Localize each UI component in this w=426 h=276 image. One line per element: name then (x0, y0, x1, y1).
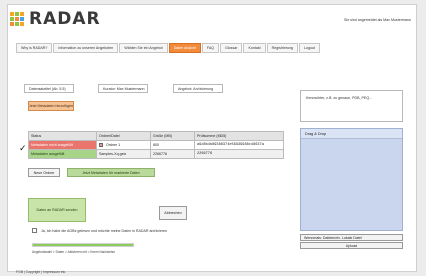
nav-item[interactable]: Glossar (220, 43, 243, 53)
checksum-cell: 2266776 (194, 149, 284, 159)
files-table: Status Ordner/Datei Größe (MB) Prüfsumme… (28, 131, 284, 159)
brand-logo[interactable]: RADAR (10, 9, 101, 29)
drag-drop-zone[interactable]: Drag & Drop (300, 128, 403, 231)
keywords-input[interactable]: Kennwörter, z.B. zu genaue, PDB, PEQ... (300, 90, 403, 122)
creator-field[interactable]: Kurator: Max Mustermann (98, 84, 148, 93)
brand-name: RADAR (29, 9, 101, 29)
main-nav: Why is RADAR? Information zu unseren Ange… (16, 43, 321, 53)
status-badge: Metadaten ausgefüllt (28, 149, 97, 159)
title-field[interactable]: Datensatztitel (Ab. 5.5) (24, 84, 74, 93)
nav-item[interactable]: Wählen Sie ein Angebot (119, 43, 168, 53)
submit-to-radar-button[interactable]: Daten an RADAR senden (28, 198, 86, 222)
table-header-row: Status Ordner/Datei Größe (MB) Prüfsumme… (28, 131, 284, 141)
logo-tile (10, 17, 14, 21)
nav-item[interactable]: Registrierung (266, 43, 299, 53)
logo-tile (15, 22, 19, 26)
footer: FGB | Copyright | Impressum etc. (16, 270, 67, 274)
logo-mark-icon (10, 12, 24, 26)
column-header-status[interactable]: Status (28, 131, 97, 141)
item-name: Ordner 1 (106, 142, 121, 147)
progress-steps: Angebotswahl > Daten > Aktivieren mit > … (32, 250, 116, 254)
nav-item[interactable]: Daten Ansicht (168, 43, 201, 53)
page: RADAR Sie sind angemeldet als Max Muster… (7, 4, 417, 274)
row-checkbox[interactable] (99, 143, 103, 148)
status-badge: Metadaten nicht ausgefüllt (28, 140, 97, 150)
add-metadata-selected-button[interactable]: Jetzt Metadaten für markierte Daten (67, 168, 155, 177)
agree-row: Ja, ich habe die AGBs gelesen und möchte… (32, 228, 167, 233)
nav-item[interactable]: Why is RADAR? (16, 43, 53, 53)
drag-drop-title: Drag & Drop (301, 129, 402, 139)
item-cell: Ordner 1 (96, 140, 151, 150)
logo-tile (20, 12, 24, 16)
logo-tile (15, 12, 19, 16)
column-header-item[interactable]: Ordner/Datei (96, 131, 151, 141)
login-info: Sie sind angemeldet als Max Mustermann (344, 18, 411, 22)
nav-item[interactable]: FAQ (201, 43, 220, 53)
cancel-button[interactable]: Abbrechen (159, 206, 187, 220)
column-header-checksum[interactable]: Prüfsumme (MD5) (194, 131, 284, 141)
logo-tile (10, 22, 14, 26)
size-cell: 2266776 (150, 149, 195, 159)
column-header-size[interactable]: Größe (MB) (150, 131, 195, 141)
logo-tile (10, 12, 14, 16)
file-chooser-button[interactable]: Wennmals: Dateien/ev. Lokale Datei (300, 234, 403, 241)
nav-item[interactable]: Logout (299, 43, 321, 53)
checksum-cell: a9d8b4b89388374e56939988c48637a (194, 140, 284, 150)
nav-item[interactable]: Information zu unseren Angeboten (53, 43, 119, 53)
upload-button[interactable]: Upload (300, 242, 403, 249)
progress-fill (33, 244, 133, 246)
size-cell: 800 (150, 140, 195, 150)
item-name: Samples-Xq.geiz (96, 149, 151, 159)
logo-tile (15, 17, 19, 21)
add-metadata-button[interactable]: Jetzt Metadaten hinzufügen (28, 101, 74, 111)
agree-checkbox[interactable] (32, 228, 37, 233)
table-row[interactable]: Metadaten nicht ausgefüllt Ordner 1 800 … (28, 140, 284, 150)
table-row[interactable]: Metadaten ausgefüllt Samples-Xq.geiz 226… (28, 149, 284, 159)
logo-tile (20, 22, 24, 26)
nav-item[interactable]: Kontakt (243, 43, 266, 53)
offer-type-field[interactable]: Angebot: Archivierung (173, 84, 223, 93)
logo-tile (20, 17, 24, 21)
checkmark-icon: ✓ (19, 143, 27, 153)
agree-label: Ja, ich habe die AGBs gelesen und möchte… (41, 228, 168, 233)
new-folder-button[interactable]: Neue Ordner (28, 168, 60, 177)
progress-bar (32, 243, 134, 247)
